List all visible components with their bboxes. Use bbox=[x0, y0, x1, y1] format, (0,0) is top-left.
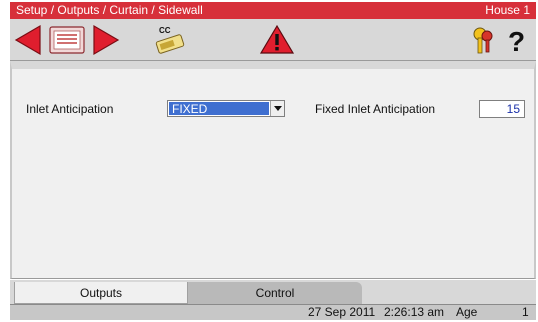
keys-icon[interactable] bbox=[468, 23, 498, 57]
back-arrow-icon[interactable] bbox=[10, 23, 46, 57]
svg-text:?: ? bbox=[508, 26, 525, 57]
inlet-anticipation-value: FIXED bbox=[169, 102, 269, 116]
inlet-anticipation-dropdown[interactable]: FIXED bbox=[167, 100, 285, 117]
status-age-value: 1 bbox=[522, 305, 529, 319]
tab-control[interactable]: Control bbox=[188, 282, 362, 304]
breadcrumb: Setup / Outputs / Curtain / Sidewall bbox=[16, 3, 203, 17]
status-age-label: Age bbox=[456, 305, 478, 319]
chevron-down-icon[interactable] bbox=[270, 101, 284, 116]
copy-settings-icon[interactable]: CC bbox=[150, 23, 190, 57]
status-date: 27 Sep 2011 bbox=[308, 305, 376, 319]
help-icon[interactable]: ? bbox=[500, 23, 532, 57]
alarm-warning-icon[interactable] bbox=[258, 23, 296, 57]
tab-bar: Outputs Control bbox=[10, 280, 536, 304]
fixed-inlet-anticipation-label: Fixed Inlet Anticipation bbox=[315, 102, 436, 116]
inlet-anticipation-label: Inlet Anticipation bbox=[26, 102, 114, 116]
svg-text:CC: CC bbox=[159, 26, 171, 35]
fixed-inlet-anticipation-field[interactable]: 15 bbox=[479, 100, 525, 118]
forward-arrow-icon[interactable] bbox=[88, 23, 124, 57]
house-label: House 1 bbox=[485, 3, 530, 17]
title-bar: Setup / Outputs / Curtain / Sidewall Hou… bbox=[10, 2, 536, 19]
toolbar: CC ? bbox=[10, 19, 536, 61]
tab-outputs[interactable]: Outputs bbox=[14, 282, 188, 304]
settings-panel: Inlet Anticipation FIXED Fixed Inlet Ant… bbox=[10, 61, 536, 279]
status-bar: 27 Sep 2011 2:26:13 am Age 1 bbox=[10, 304, 536, 320]
menu-icon[interactable] bbox=[45, 23, 89, 57]
status-time: 2:26:13 am bbox=[384, 305, 445, 319]
